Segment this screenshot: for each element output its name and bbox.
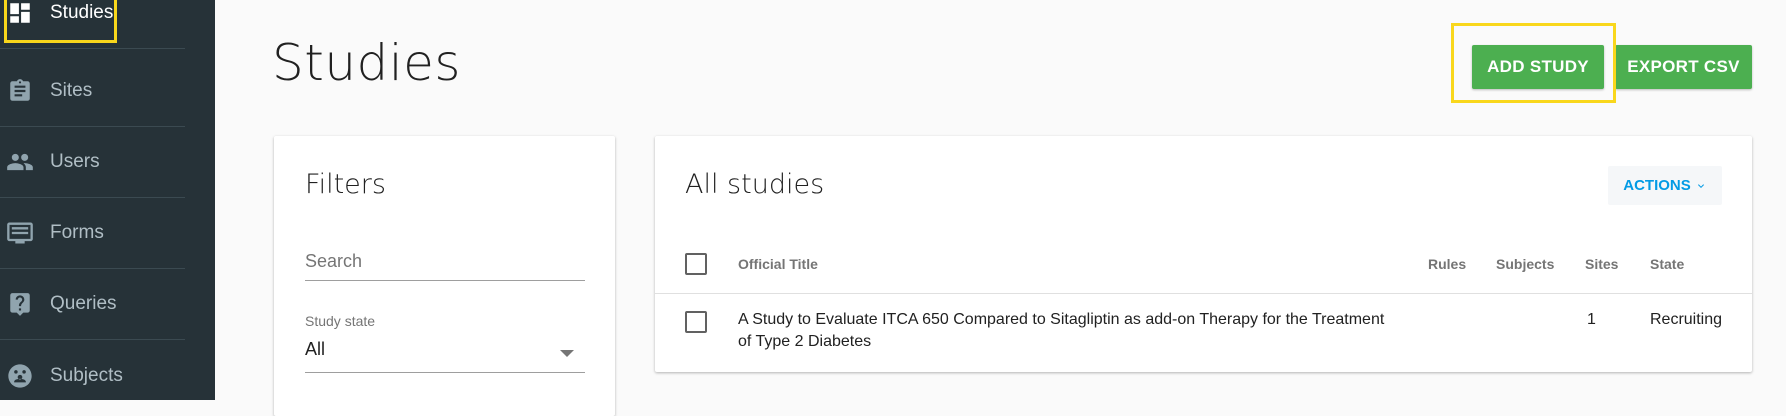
sites-cell: 1	[1587, 311, 1596, 328]
sidebar-item-label: Forms	[50, 222, 104, 243]
filters-title: Filters	[305, 169, 386, 200]
studies-title: All studies	[685, 169, 825, 200]
sidebar-item-queries[interactable]: Queries	[0, 269, 185, 340]
sidebar-item-studies[interactable]: Studies	[0, 0, 185, 49]
add-study-button[interactable]: ADD STUDY	[1472, 45, 1604, 89]
select-all-checkbox[interactable]	[685, 253, 707, 275]
actions-button[interactable]: ACTIONS	[1608, 166, 1722, 205]
studies-card: All studies ACTIONS Official Title Rules…	[655, 136, 1752, 372]
sidebar-item-label: Subjects	[50, 364, 123, 386]
state-cell: Recruiting	[1650, 311, 1723, 328]
sidebar-item-subjects[interactable]: Subjects	[0, 340, 185, 411]
search-input[interactable]	[305, 251, 585, 281]
sidebar-item-label: Studies	[50, 2, 114, 23]
actions-label: ACTIONS	[1623, 177, 1691, 194]
people-icon	[6, 148, 34, 176]
sidebar-item-label: Queries	[50, 293, 117, 314]
dashboard-icon	[6, 0, 34, 27]
export-csv-button[interactable]: EXPORT CSV	[1615, 45, 1752, 89]
select-underline	[305, 372, 585, 373]
study-title-line: A Study to Evaluate ITCA 650 Compared to…	[738, 311, 1385, 328]
column-header-rules[interactable]: Rules	[1428, 256, 1466, 272]
chevron-down-icon	[560, 350, 574, 357]
sidebar: Studies Sites Users Forms Queries Subjec…	[0, 0, 215, 400]
page-title: Studies	[272, 34, 461, 92]
sidebar-item-forms[interactable]: Forms	[0, 198, 185, 269]
chevron-down-icon	[1695, 180, 1707, 192]
header-divider	[655, 293, 1752, 294]
sidebar-item-users[interactable]: Users	[0, 127, 185, 198]
subjects-icon	[6, 362, 34, 390]
column-header-state[interactable]: State	[1650, 256, 1684, 272]
clipboard-icon	[6, 77, 34, 105]
filters-card: Filters Study state All	[274, 136, 615, 416]
study-state-label: Study state	[305, 313, 376, 329]
help-icon	[6, 290, 34, 318]
row-checkbox[interactable]	[685, 311, 707, 333]
study-state-value: All	[305, 339, 326, 359]
study-title-cell[interactable]: A Study to Evaluate ITCA 650 Compared to…	[738, 309, 1418, 353]
sidebar-item-label: Users	[50, 151, 100, 172]
sidebar-item-sites[interactable]: Sites	[0, 56, 185, 127]
column-header-sites[interactable]: Sites	[1585, 256, 1618, 272]
column-header-official-title[interactable]: Official Title	[738, 256, 818, 272]
column-header-subjects[interactable]: Subjects	[1496, 256, 1554, 272]
sidebar-item-label: Sites	[50, 80, 93, 101]
study-title-line: of Type 2 Diabetes	[738, 333, 872, 350]
form-icon	[6, 219, 34, 247]
